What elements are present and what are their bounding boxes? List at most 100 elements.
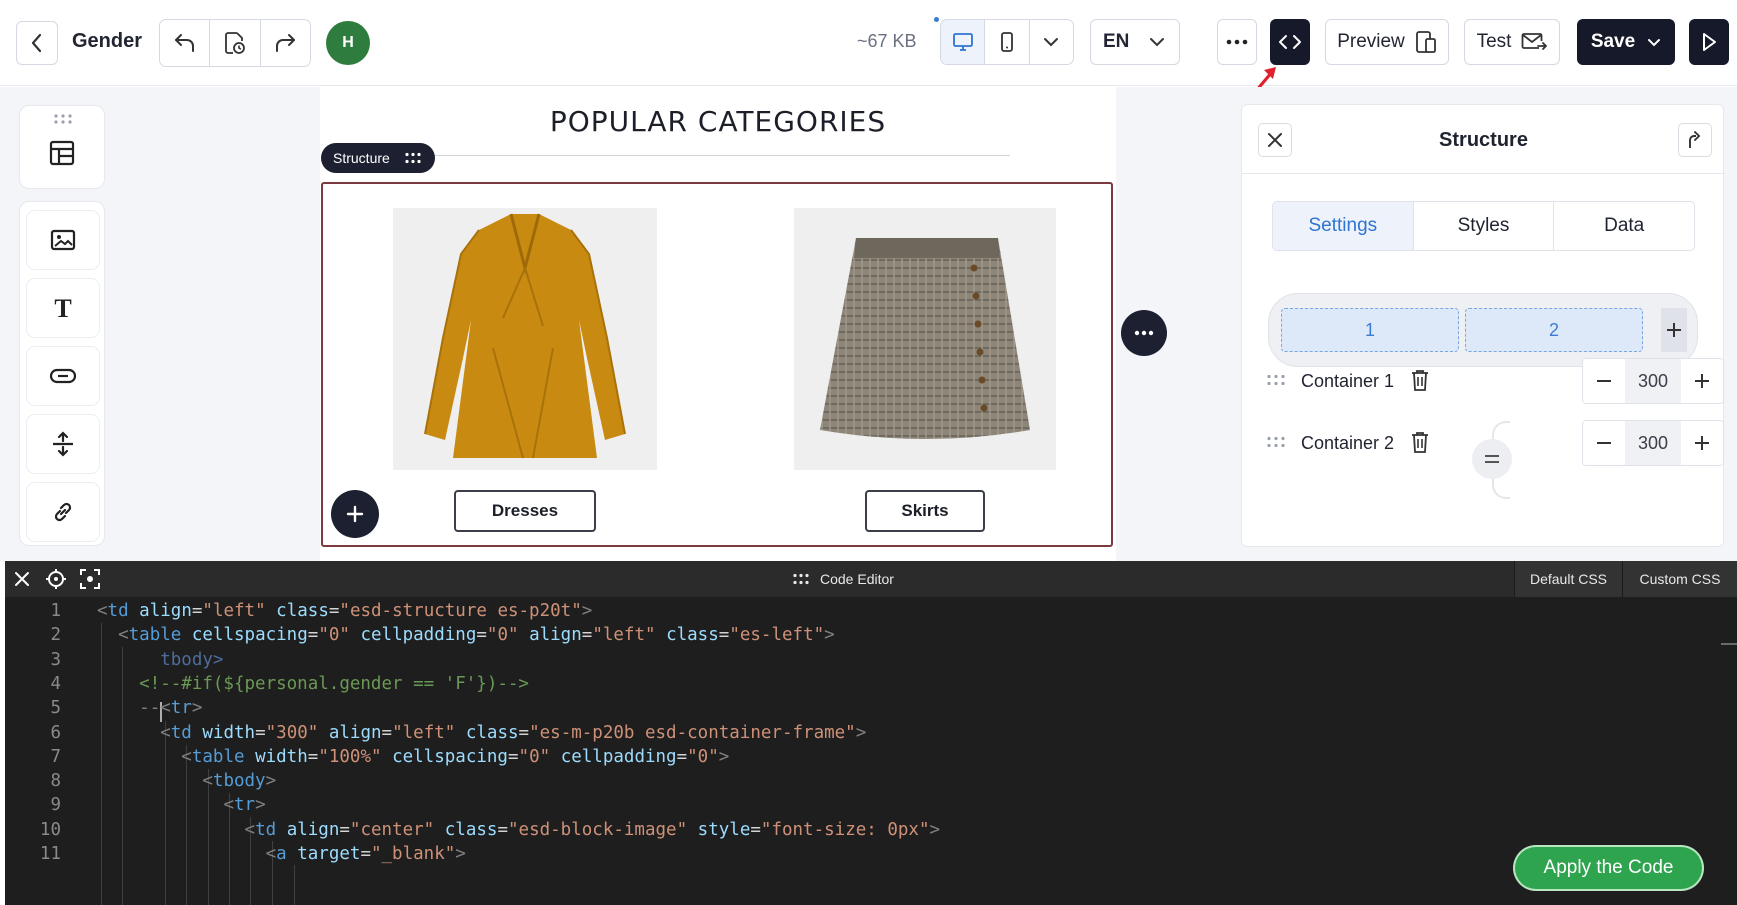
structures-tool[interactable]: [19, 105, 105, 189]
custom-css-button[interactable]: Custom CSS: [1622, 561, 1737, 597]
code-editor-title[interactable]: Code Editor: [792, 571, 894, 587]
device-dropdown-button[interactable]: [1028, 20, 1073, 64]
increase-button[interactable]: [1681, 421, 1723, 465]
line-number: 5: [50, 698, 61, 719]
undo-button[interactable]: [160, 20, 209, 66]
version-history-button[interactable]: [209, 20, 259, 66]
heading-divider: [412, 155, 1010, 156]
skirts-button[interactable]: Skirts: [865, 490, 985, 532]
code-text: <a target="_blank">: [265, 844, 466, 864]
code-text: <!--#if(${personal.gender == 'F'})-->: [97, 673, 529, 694]
tab-data[interactable]: Data: [1553, 202, 1694, 250]
line-number: 9: [50, 795, 61, 816]
dresses-button[interactable]: Dresses: [454, 490, 596, 532]
line-number: 8: [50, 771, 61, 792]
plus-icon: [346, 505, 364, 523]
trash-icon[interactable]: [1409, 430, 1431, 454]
code-line[interactable]: 3 tbody>: [5, 650, 1705, 677]
user-avatar[interactable]: H: [326, 21, 370, 65]
link-block-tool[interactable]: [26, 482, 100, 542]
select-parent-button[interactable]: [1678, 123, 1712, 157]
selected-structure[interactable]: Dresses Skirts: [321, 182, 1113, 547]
orange-dress-image[interactable]: [393, 208, 657, 470]
code-line[interactable]: 11 <a target="_blank">: [5, 844, 1705, 871]
grip-icon[interactable]: [1266, 374, 1286, 386]
history-controls: [159, 19, 311, 67]
code-line[interactable]: 10 <td align="center" class="esd-block-i…: [5, 820, 1705, 847]
default-css-button[interactable]: Default CSS: [1514, 561, 1622, 597]
code-text: <table cellspacing="0" cellpadding="0" a…: [118, 625, 835, 646]
code-text: <td align="center" class="esd-block-imag…: [244, 819, 941, 840]
test-label: Test: [1476, 31, 1512, 52]
section-heading[interactable]: POPULAR CATEGORIES: [320, 105, 1116, 138]
text-block-tool[interactable]: T: [26, 278, 100, 338]
email-title: Gender: [72, 30, 143, 52]
code-area[interactable]: 1 <td align="left" class="esd-structure e…: [5, 597, 1737, 905]
image-icon: [50, 229, 76, 251]
ellipsis-icon: [1134, 330, 1154, 336]
locate-element-button[interactable]: [44, 567, 68, 591]
chevron-down-icon: [1648, 38, 1661, 46]
structure-tag[interactable]: Structure: [321, 143, 435, 173]
image-block-tool[interactable]: [26, 210, 100, 270]
apply-code-button[interactable]: Apply the Code: [1515, 847, 1702, 889]
structure-tag-label: Structure: [333, 150, 390, 166]
save-button[interactable]: Save: [1577, 19, 1675, 65]
tab-styles[interactable]: Styles: [1412, 202, 1554, 250]
tab-settings[interactable]: Settings: [1273, 202, 1413, 250]
run-button[interactable]: [1689, 19, 1729, 65]
column-1-chip[interactable]: 1: [1281, 308, 1459, 352]
indent-guide: [294, 865, 295, 905]
ellipsis-icon: [1226, 39, 1248, 45]
code-text: <td width="300" align="left" class="es-m…: [160, 722, 867, 743]
mobile-view-button[interactable]: [984, 20, 1028, 64]
code-line[interactable]: 4 <!--#if(${personal.gender == 'F'})-->: [5, 674, 1705, 701]
scrollbar-marker[interactable]: [1721, 643, 1737, 645]
add-column-button[interactable]: [1661, 308, 1687, 352]
plaid-skirt-image[interactable]: [794, 208, 1056, 470]
container-width-value[interactable]: 300: [1625, 359, 1681, 403]
code-line[interactable]: 6 <td width="300" align="left" class="es…: [5, 723, 1705, 750]
code-text: <tbody>: [202, 771, 277, 792]
code-editor-button[interactable]: [1270, 19, 1310, 65]
trash-icon[interactable]: [1409, 368, 1431, 392]
plus-icon: [1667, 323, 1681, 337]
container-width-value[interactable]: 300: [1625, 421, 1681, 465]
code-text: <tr>: [223, 795, 266, 816]
layout-grid-icon: [49, 140, 75, 166]
code-line[interactable]: 5 --<tr>: [5, 698, 1705, 725]
code-line[interactable]: 1 <td align="left" class="esd-structure e…: [5, 601, 1705, 628]
desktop-view-button[interactable]: [941, 20, 985, 64]
line-number: 1: [50, 601, 61, 621]
crosshair-icon: [46, 569, 66, 589]
button-block-tool[interactable]: [26, 346, 100, 406]
add-block-button[interactable]: [331, 490, 379, 538]
code-icon: [1279, 35, 1301, 49]
test-email-button[interactable]: Test: [1464, 19, 1560, 65]
spacer-block-tool[interactable]: [26, 414, 100, 474]
language-select[interactable]: EN: [1090, 19, 1180, 65]
structure-more-button[interactable]: [1121, 310, 1167, 356]
close-editor-button[interactable]: [10, 567, 34, 591]
code-line[interactable]: 8 <tbody>: [5, 771, 1705, 798]
more-options-button[interactable]: [1217, 19, 1257, 65]
code-line[interactable]: 7 <table width="100%" cellspacing="0" ce…: [5, 747, 1705, 774]
preview-button[interactable]: Preview: [1325, 19, 1449, 65]
minus-icon: [1597, 380, 1611, 382]
code-line[interactable]: 9 <tr>: [5, 795, 1705, 822]
grip-icon: [793, 573, 809, 585]
code-line[interactable]: 2 <table cellspacing="0" cellpadding="0"…: [5, 625, 1705, 652]
decrease-button[interactable]: [1583, 421, 1625, 465]
grip-icon[interactable]: [1266, 436, 1286, 448]
focus-selection-button[interactable]: [78, 567, 102, 591]
decrease-button[interactable]: [1583, 359, 1625, 403]
column-2-chip[interactable]: 2: [1465, 308, 1643, 352]
increase-button[interactable]: [1681, 359, 1723, 403]
email-editor-app: Gender H ~67 KB EN Preview Test Save T P…: [0, 0, 1737, 905]
back-button[interactable]: [16, 21, 58, 65]
line-number: 2: [50, 625, 61, 646]
language-value: EN: [1103, 31, 1130, 52]
line-number: 11: [39, 844, 61, 864]
redo-button[interactable]: [259, 20, 310, 66]
chevron-left-icon: [31, 33, 42, 53]
